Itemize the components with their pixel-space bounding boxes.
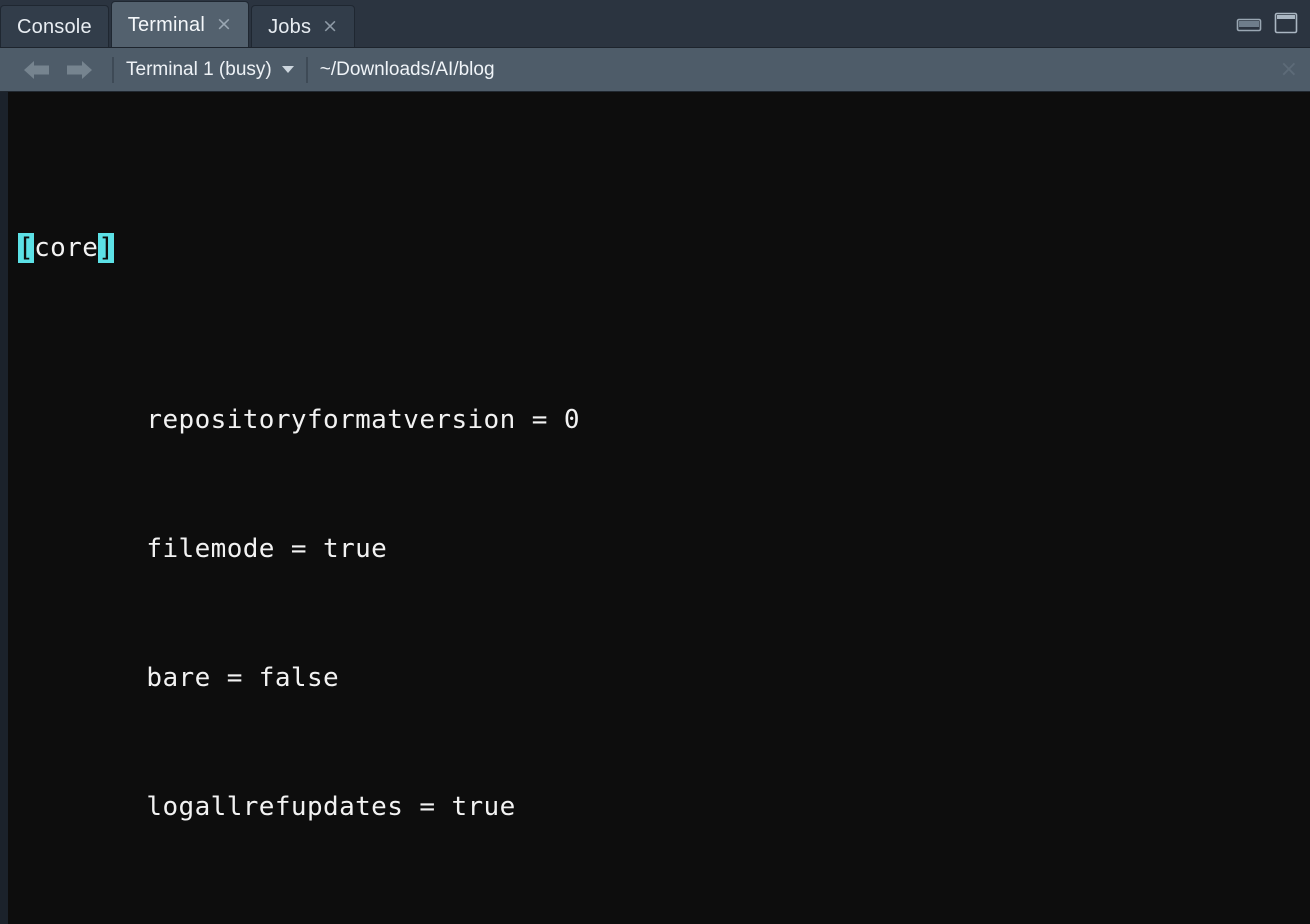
terminal-toolbar: Terminal 1 (busy) ~/Downloads/AI/blog × [0,48,1310,92]
terminal-left-gutter [0,92,8,924]
tab-terminal-label: Terminal [127,13,205,36]
rstudio-terminal-pane: Console Terminal × Jobs × Terminal 1 (bu… [0,0,1310,924]
working-directory-path: ~/Downloads/AI/blog [319,58,495,80]
terminal-selector[interactable]: Terminal 1 (busy) [126,59,294,81]
tab-jobs[interactable]: Jobs × [251,5,356,47]
terminal-surface[interactable]: [core] repositoryformatversion = 0 filem… [0,92,1310,924]
chevron-down-icon[interactable] [281,66,294,73]
terminal-line: logallrefupdates = true [18,792,516,822]
maximize-pane-icon[interactable] [1272,11,1300,35]
window-controls [1235,11,1300,35]
tab-jobs-label: Jobs [268,15,312,38]
forward-arrow-icon[interactable] [58,56,100,84]
terminal-selector-label: Terminal 1 (busy) [126,58,272,80]
back-arrow-icon[interactable] [16,56,58,84]
terminal-line: [core] [18,227,1310,270]
bracket-close: ] [98,233,115,263]
close-icon[interactable]: × [322,17,338,36]
terminal-line: repositoryformatversion = 0 [18,405,580,435]
bracket-open: [ [18,233,35,263]
terminal-line: ignorecase = true [18,915,1310,924]
close-icon[interactable]: × [1280,58,1298,81]
close-icon[interactable]: × [216,15,232,34]
section-name: core [34,233,99,263]
minimize-pane-icon[interactable] [1235,11,1263,35]
toolbar-divider [112,56,114,83]
pane-tab-bar: Console Terminal × Jobs × [0,0,1310,48]
terminal-line: bare = false [18,663,340,693]
tab-terminal[interactable]: Terminal × [110,1,250,47]
toolbar-divider [305,56,308,83]
terminal-output[interactable]: [core] repositoryformatversion = 0 filem… [8,92,1310,924]
tab-console[interactable]: Console [0,5,109,47]
tab-console-label: Console [17,15,92,38]
terminal-line: filemode = true [18,534,388,564]
